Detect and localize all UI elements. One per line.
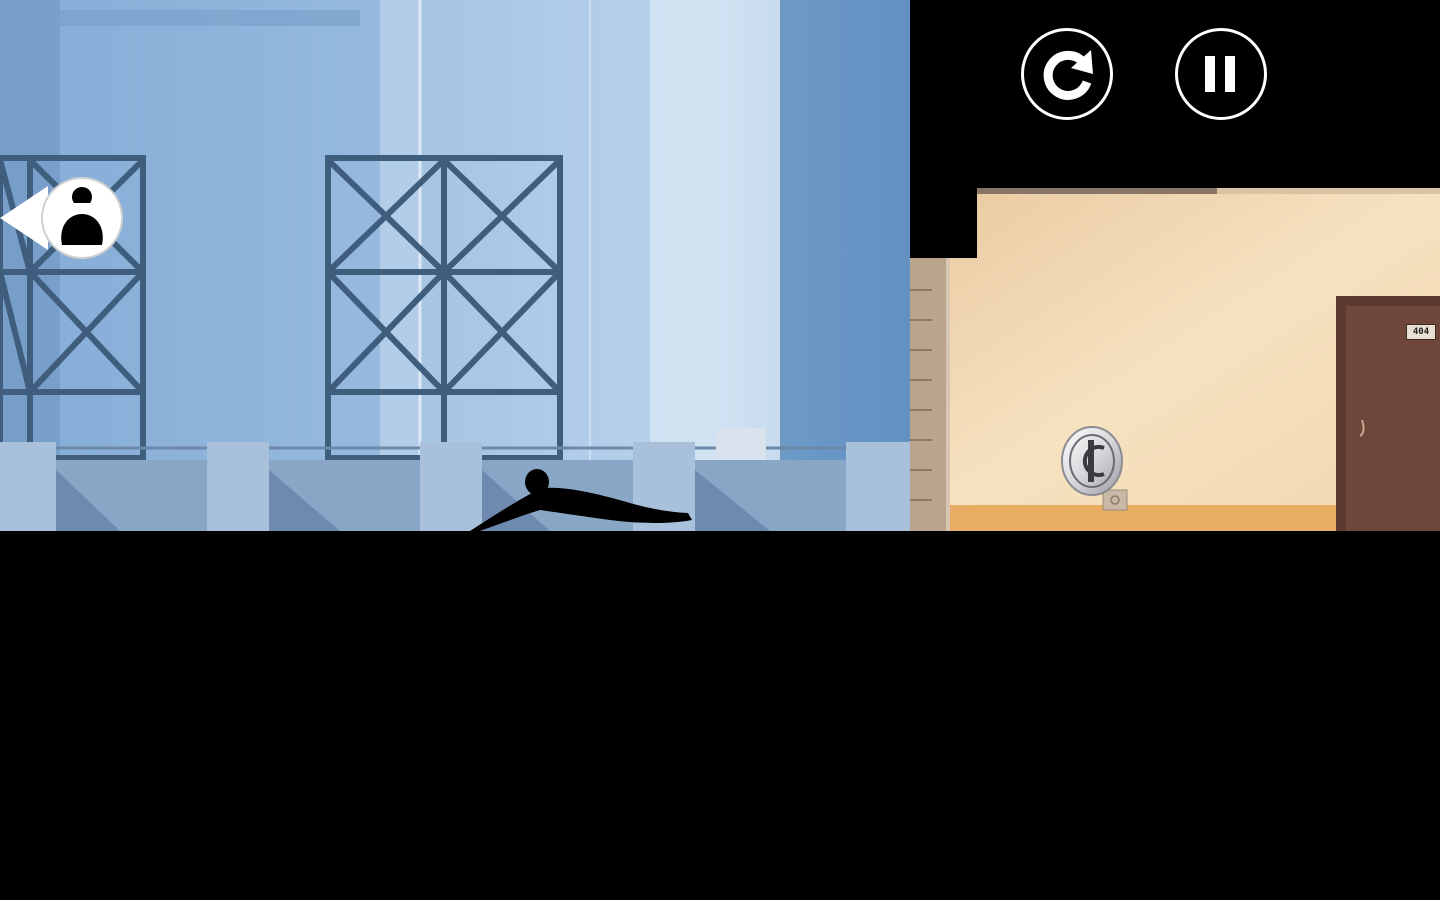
restart-icon — [1043, 50, 1093, 100]
pause-button[interactable] — [1175, 28, 1267, 120]
door-number-label: 404 — [1406, 324, 1436, 340]
bonus-coin-icon — [1061, 426, 1123, 496]
game-scene — [0, 0, 1440, 900]
restart-button[interactable] — [1021, 28, 1113, 120]
pause-icon — [1205, 56, 1235, 92]
ground — [0, 531, 1440, 900]
